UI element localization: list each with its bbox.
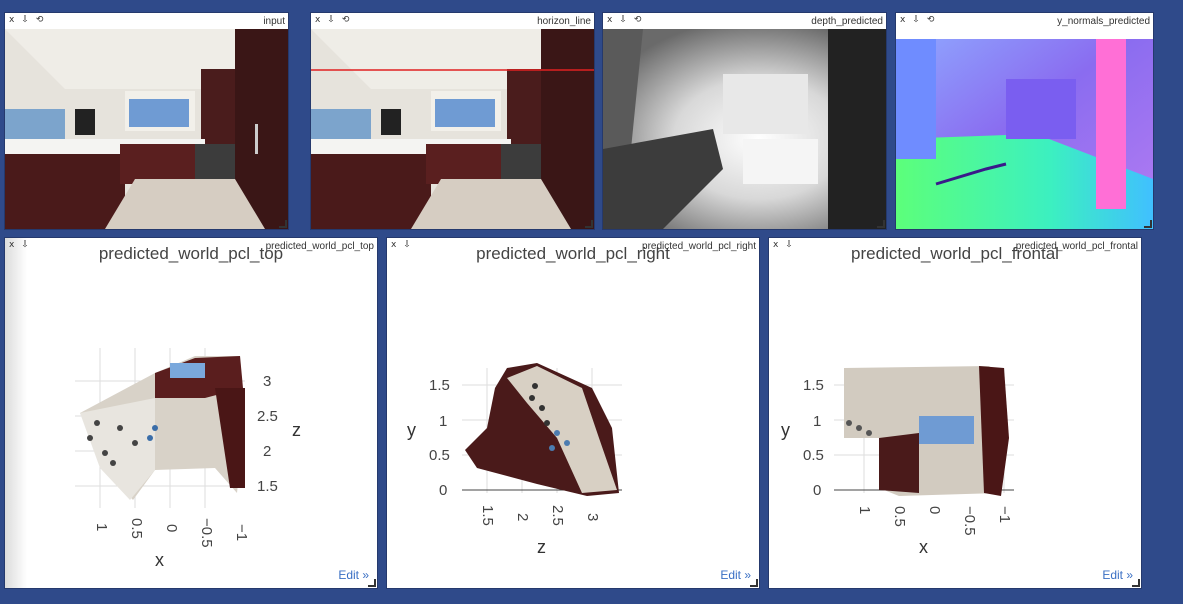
pane-title: input: [263, 16, 285, 27]
pane-input: x ⇩ ⟲ input: [5, 13, 288, 229]
close-icon[interactable]: x: [607, 15, 612, 26]
z-tick: 1.5: [257, 478, 278, 495]
pane-title: y_normals_predicted: [1057, 16, 1150, 27]
pane-titlebar: x ⇩ ⟲ input: [5, 13, 288, 29]
x-tick: 0.5: [128, 518, 145, 539]
download-icon[interactable]: ⇩: [327, 15, 335, 26]
x-tick: −0.5: [961, 506, 978, 536]
y-axis-label: y: [781, 420, 790, 440]
close-icon[interactable]: x: [773, 240, 778, 251]
z-axis-label: z: [292, 420, 301, 440]
reset-icon[interactable]: ⟲: [927, 15, 935, 26]
y-tick: 0.5: [429, 447, 450, 464]
z-tick: 2.5: [257, 408, 278, 425]
close-icon[interactable]: x: [900, 15, 905, 26]
x-tick: 0: [926, 506, 943, 514]
pane-title: horizon_line: [537, 16, 591, 27]
download-icon[interactable]: ⇩: [619, 15, 627, 26]
z-tick: 1.5: [479, 505, 496, 526]
pane-title: predicted_world_pcl_right: [642, 241, 756, 252]
x-tick: 1: [856, 506, 873, 514]
reset-icon[interactable]: ⟲: [342, 15, 350, 26]
resize-handle[interactable]: [877, 220, 885, 228]
kitchen-photo-with-horizon: [311, 29, 594, 229]
y-tick: 1.5: [429, 377, 450, 394]
x-tick: −1: [233, 524, 250, 541]
z-tick: 3: [584, 513, 601, 521]
y-tick: 1: [813, 413, 821, 430]
pane-titlebar: x ⇩ predicted_world_pcl_top: [5, 238, 377, 254]
pointcloud-frontal-plot[interactable]: 1.5 1 0.5 0 y 1 0.5 0 −0.5 −1 x: [769, 238, 1141, 588]
x-tick: −0.5: [198, 518, 215, 548]
resize-handle[interactable]: [750, 579, 758, 587]
y-tick: 0: [439, 482, 447, 499]
pane-titlebar: x ⇩ ⟲ horizon_line: [311, 13, 594, 29]
x-tick: −1: [996, 506, 1013, 523]
x-tick: 1: [93, 523, 110, 531]
pointcloud-right-plot[interactable]: 1.5 1 0.5 0 y 1.5 2 2.5 3 z: [387, 238, 759, 588]
edit-link[interactable]: Edit »: [720, 568, 751, 582]
y-tick: 0.5: [803, 447, 824, 464]
z-tick: 2.5: [549, 505, 566, 526]
close-icon[interactable]: x: [9, 240, 14, 251]
pane-pcl-right: x ⇩ predicted_world_pcl_right predicted_w…: [387, 238, 759, 588]
y-axis-label: y: [407, 420, 416, 440]
resize-handle[interactable]: [279, 220, 287, 228]
z-tick: 2: [514, 513, 531, 521]
pane-title: predicted_world_pcl_top: [265, 241, 374, 252]
resize-handle[interactable]: [1132, 579, 1140, 587]
normals-map: [896, 39, 1153, 229]
pane-titlebar: x ⇩ predicted_world_pcl_right: [387, 238, 759, 254]
kitchen-photo: [5, 29, 288, 229]
pane-pcl-top: x ⇩ predicted_world_pcl_top predicted_wor…: [5, 238, 377, 588]
reset-icon[interactable]: ⟲: [634, 15, 642, 26]
close-icon[interactable]: x: [315, 15, 320, 26]
y-tick: 1: [439, 413, 447, 430]
y-tick: 0: [813, 482, 821, 499]
pane-title: predicted_world_pcl_frontal: [1015, 241, 1138, 252]
pane-titlebar: x ⇩ ⟲ y_normals_predicted: [896, 13, 1153, 29]
pointcloud-top-plot[interactable]: 3 2.5 2 1.5 z 1 0.5 0 −0.5 −1 x: [5, 238, 377, 588]
z-axis-label: z: [537, 537, 546, 557]
edit-link[interactable]: Edit »: [1102, 568, 1133, 582]
edit-link[interactable]: Edit »: [338, 568, 369, 582]
pane-depth-predicted: x ⇩ ⟲ depth_predicted: [603, 13, 886, 229]
x-tick: 0: [163, 524, 180, 532]
pane-titlebar: x ⇩ predicted_world_pcl_frontal: [769, 238, 1141, 254]
x-axis-label: x: [155, 550, 164, 570]
z-tick: 3: [263, 373, 271, 390]
x-tick: 0.5: [891, 506, 908, 527]
depth-map: [603, 29, 886, 229]
close-icon[interactable]: x: [391, 240, 396, 251]
y-tick: 1.5: [803, 377, 824, 394]
download-icon[interactable]: ⇩: [21, 15, 29, 26]
download-icon[interactable]: ⇩: [912, 15, 920, 26]
pane-titlebar: x ⇩ ⟲ depth_predicted: [603, 13, 886, 29]
resize-handle[interactable]: [368, 579, 376, 587]
pane-normals-predicted: x ⇩ ⟲ y_normals_predicted: [896, 13, 1153, 229]
download-icon[interactable]: ⇩: [21, 240, 29, 251]
resize-handle[interactable]: [1144, 220, 1152, 228]
reset-icon[interactable]: ⟲: [36, 15, 44, 26]
edge-shadow: [5, 238, 27, 588]
close-icon[interactable]: x: [9, 15, 14, 26]
resize-handle[interactable]: [585, 220, 593, 228]
x-axis-label: x: [919, 537, 928, 557]
z-tick: 2: [263, 443, 271, 460]
download-icon[interactable]: ⇩: [403, 240, 411, 251]
pane-pcl-frontal: x ⇩ predicted_world_pcl_frontal predicted…: [769, 238, 1141, 588]
pane-title: depth_predicted: [811, 16, 883, 27]
pane-horizon-line: x ⇩ ⟲ horizon_line: [311, 13, 594, 229]
download-icon[interactable]: ⇩: [785, 240, 793, 251]
